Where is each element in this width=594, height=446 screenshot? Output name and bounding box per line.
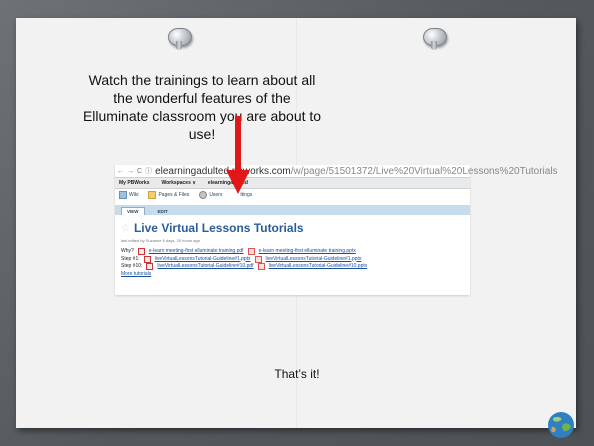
file-link[interactable]: e-learn meeting-first elluminate trainin… — [259, 248, 356, 256]
intro-text: Watch the trainings to learn about all t… — [82, 72, 322, 142]
forward-icon[interactable]: → — [127, 168, 134, 175]
file-link[interactable]: liveVirtualLessonsTutorial-Guideline#1.p… — [155, 256, 251, 264]
back-icon[interactable]: ← — [117, 168, 124, 175]
tab-pages-files-label: Pages & Files — [158, 192, 190, 198]
reload-icon[interactable]: C — [137, 168, 142, 175]
lock-icon: ⓘ — [145, 168, 153, 175]
file-link[interactable]: e-learn meeting-first elluminate trainin… — [149, 248, 244, 256]
pptx-icon — [257, 263, 265, 271]
file-link[interactable]: liveVirtualLessonsTutorial-Guideline#1.p… — [266, 256, 362, 264]
link-row: Why? e-learn meeting-first elluminate tr… — [121, 248, 464, 256]
tab-pages-files[interactable]: Pages & Files — [148, 191, 189, 199]
tab-wiki-label: Wiki — [129, 192, 139, 198]
users-icon — [199, 191, 208, 199]
arrow-down-icon — [226, 116, 250, 194]
page-title: Live Virtual Lessons Tutorials — [133, 221, 304, 235]
link-row: Step #1: liveVirtualLessonsTutorial-Guid… — [121, 256, 464, 264]
tab-wiki[interactable]: Wiki — [119, 191, 138, 199]
pdf-icon — [146, 263, 154, 271]
view-edit-bar: VIEW EDIT — [115, 205, 470, 215]
embedded-browser-screenshot: ← → C ⓘ elearningadulted.pbworks.com/w/p… — [115, 165, 558, 295]
address-bar[interactable]: ← → C ⓘ elearningadulted.pbworks.com/w/p… — [115, 165, 558, 177]
outro-text: That’s it! — [274, 367, 320, 381]
last-edited-text: last edited by Suzanne 6 days, 20 hours … — [121, 238, 200, 243]
pptx-icon — [247, 248, 255, 256]
more-tutorials-link[interactable]: More tutorials — [121, 271, 464, 279]
my-pbworks-link[interactable]: My PBWorks — [119, 180, 149, 186]
file-link[interactable]: liveVirtualLessonsTutorial-Guideline#10.… — [157, 263, 253, 271]
wiki-icon — [119, 191, 127, 199]
tab-view[interactable]: VIEW — [121, 207, 145, 215]
row-prefix: Step #10: — [121, 263, 143, 269]
row-prefix: Step #1: — [121, 255, 140, 262]
pptx-icon — [254, 255, 262, 263]
tab-edit[interactable]: EDIT — [153, 208, 173, 215]
wiki-tabs: Wiki Pages & Files Users ttings — [115, 189, 470, 201]
pushpin-icon — [423, 28, 447, 50]
url-path[interactable]: /w/page/51501372/Live%20Virtual%20Lesson… — [291, 166, 558, 177]
workspaces-menu[interactable]: Workspaces ∨ — [161, 180, 195, 186]
link-row: Step #10: liveVirtualLessonsTutorial-Gui… — [121, 263, 464, 271]
star-icon[interactable]: ☆ — [121, 223, 130, 234]
files-icon — [148, 191, 157, 199]
pushpin-icon — [168, 28, 192, 50]
pdf-icon — [137, 248, 145, 256]
tab-users-label: Users — [209, 192, 223, 198]
pbworks-menubar: My PBWorks Workspaces ∨ elearningadulted — [115, 177, 470, 189]
row-prefix: Why? — [121, 248, 134, 254]
page-title-row: ☆ Live Virtual Lessons Tutorials — [115, 215, 470, 238]
tab-users[interactable]: Users — [199, 191, 222, 199]
pdf-icon — [143, 255, 151, 263]
globe-icon — [548, 412, 574, 438]
tutorial-links: Why? e-learn meeting-first elluminate tr… — [115, 248, 470, 278]
file-link[interactable]: liveVirtualLessonsTutorial-Guideline#10.… — [269, 263, 368, 271]
